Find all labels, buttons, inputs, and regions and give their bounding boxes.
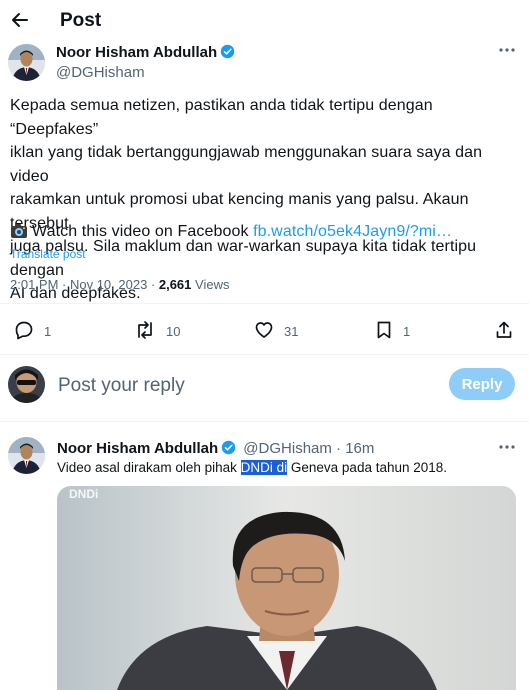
- reply-text-end: Geneva pada tahun 2018.: [287, 460, 448, 475]
- reply-author-name[interactable]: Noor Hisham Abdullah: [57, 440, 218, 457]
- repost-icon: [134, 320, 156, 343]
- author-handle[interactable]: @DGHisham: [56, 64, 145, 81]
- reply-text: Video asal dirakam oleh pihak DNDi di Ge…: [57, 460, 447, 475]
- reply-input[interactable]: Post your reply: [58, 375, 185, 397]
- facebook-link[interactable]: fb.watch/o5ek4Jayn9/?mi…: [253, 223, 452, 240]
- reply-button[interactable]: Reply: [449, 368, 515, 400]
- heart-icon: [254, 320, 274, 343]
- reply-media-image[interactable]: DNDi: [57, 486, 516, 690]
- bookmark-count: 1: [403, 324, 411, 339]
- reply-more-options-icon[interactable]: [497, 440, 517, 454]
- bookmark-icon: [375, 320, 393, 343]
- reply-text-highlight: DNDi di: [240, 460, 288, 475]
- like-action[interactable]: 31: [254, 320, 298, 343]
- views-label: Views: [191, 277, 230, 292]
- reply-count: 1: [44, 324, 52, 339]
- verified-badge-icon: [221, 440, 236, 459]
- tweet-line: Kepada semua netizen, pastikan anda tida…: [10, 97, 433, 138]
- user-avatar[interactable]: [8, 366, 45, 403]
- translate-post-link[interactable]: Translate post: [10, 247, 86, 261]
- camera-icon: [10, 223, 28, 247]
- image-watermark: DNDi: [69, 487, 99, 501]
- reply-text-start: Video asal dirakam oleh pihak: [57, 460, 241, 475]
- reply-action[interactable]: 1: [14, 320, 51, 343]
- verified-badge-icon: [220, 44, 235, 64]
- author-name[interactable]: Noor Hisham Abdullah: [56, 44, 217, 61]
- repost-action[interactable]: 10: [134, 320, 180, 343]
- watch-text: Watch this video on Facebook: [32, 223, 249, 240]
- post-timestamp[interactable]: 2:01 PM · Nov 10, 2023 ·: [10, 277, 159, 292]
- reply-handle-time[interactable]: @DGHisham · 16m: [243, 440, 374, 457]
- back-arrow-icon[interactable]: [10, 10, 30, 30]
- more-options-icon[interactable]: [497, 43, 517, 57]
- reply-icon: [14, 320, 34, 343]
- page-title: Post: [60, 10, 102, 31]
- bookmark-action[interactable]: 1: [375, 320, 410, 343]
- tweet-text: Kepada semua netizen, pastikan anda tida…: [10, 94, 525, 306]
- reply-author-avatar[interactable]: [8, 437, 45, 474]
- share-icon[interactable]: [494, 320, 514, 340]
- repost-count: 10: [166, 324, 181, 339]
- author-avatar[interactable]: [8, 44, 45, 81]
- views-count: 2,661: [158, 277, 192, 292]
- like-count: 31: [284, 324, 299, 339]
- tweet-line: iklan yang tidak bertanggungjawab menggu…: [10, 144, 483, 185]
